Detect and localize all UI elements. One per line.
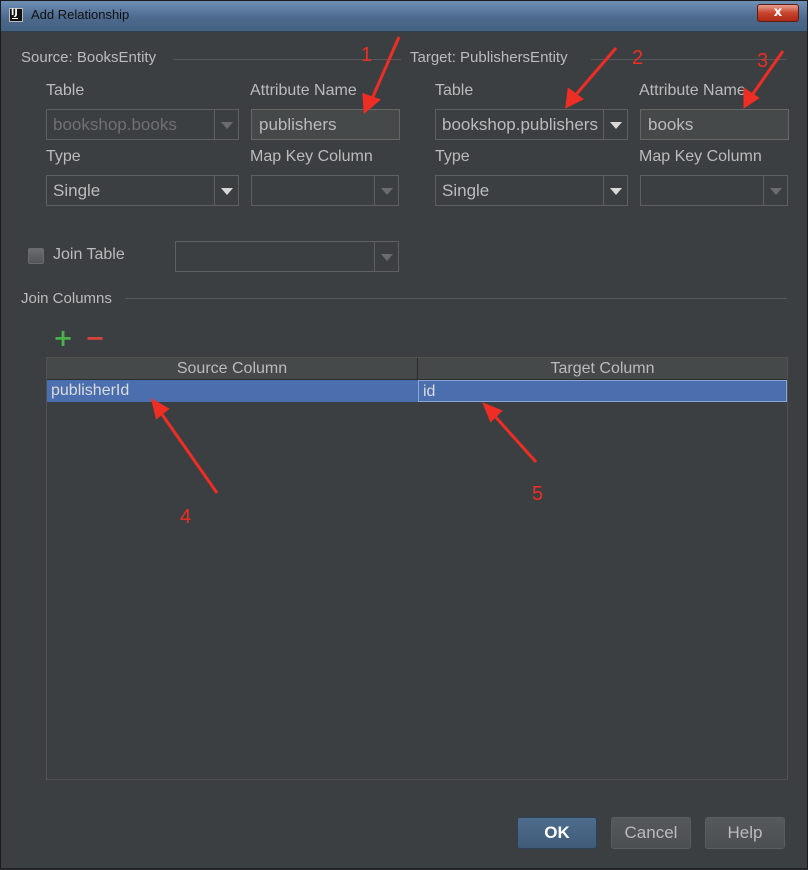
table-row[interactable]: publisherId id (47, 380, 787, 402)
cancel-button[interactable]: Cancel (611, 817, 691, 849)
join-columns-table[interactable]: Source Column Target Column publisherId … (46, 357, 788, 780)
source-table-combo: bookshop.books (46, 109, 239, 140)
chevron-down-icon (374, 176, 398, 205)
add-relationship-dialog: Add Relationship x Source: BooksEntity T… (0, 0, 808, 869)
chevron-down-icon[interactable] (603, 176, 627, 205)
target-column-header[interactable]: Target Column (418, 358, 787, 380)
source-attribute-label: Attribute Name (250, 82, 357, 99)
annotation-label-3: 3 (757, 50, 769, 72)
target-table-value: bookshop.publishers (442, 115, 598, 134)
target-map-key-combo (640, 175, 788, 206)
target-attribute-field[interactable] (640, 109, 789, 140)
close-button[interactable]: x (757, 4, 799, 22)
join-columns-separator (125, 298, 787, 299)
chevron-down-icon (214, 110, 238, 139)
target-table-combo[interactable]: bookshop.publishers (435, 109, 628, 140)
source-type-combo[interactable]: Single (46, 175, 239, 206)
source-table-value: bookshop.books (53, 115, 177, 134)
minus-icon[interactable]: − (85, 326, 105, 350)
source-attribute-field[interactable] (251, 109, 400, 140)
source-map-key-combo (251, 175, 399, 206)
target-map-key-label: Map Key Column (639, 148, 762, 165)
annotation-label-2: 2 (632, 47, 644, 69)
source-table-label: Table (46, 82, 85, 99)
chevron-down-icon (763, 176, 787, 205)
target-section-label: Target: PublishersEntity (410, 49, 568, 66)
join-columns-label: Join Columns (21, 290, 112, 307)
source-type-label: Type (46, 148, 81, 165)
source-attribute-input[interactable] (252, 110, 399, 139)
source-map-key-label: Map Key Column (250, 148, 373, 165)
join-table-label[interactable]: Join Table (53, 246, 125, 264)
ok-button[interactable]: OK (517, 817, 597, 849)
join-table-checkbox[interactable] (28, 248, 44, 264)
source-type-value: Single (53, 181, 101, 200)
target-column-cell[interactable]: id (418, 380, 787, 402)
target-type-label: Type (435, 148, 470, 165)
chevron-down-icon[interactable] (214, 176, 238, 205)
target-attribute-label: Attribute Name (639, 82, 746, 99)
target-attribute-input[interactable] (641, 110, 788, 139)
target-type-value: Single (442, 181, 490, 200)
intellij-app-icon (9, 8, 23, 22)
window-title: Add Relationship (31, 7, 130, 22)
help-button[interactable]: Help (705, 817, 785, 849)
target-type-combo[interactable]: Single (435, 175, 628, 206)
annotation-label-1: 1 (361, 44, 373, 66)
target-table-label: Table (435, 82, 474, 99)
annotation-label-5: 5 (532, 483, 544, 505)
source-column-cell[interactable]: publisherId (47, 380, 418, 402)
annotation-label-4: 4 (180, 506, 192, 528)
title-bar[interactable]: Add Relationship x (1, 1, 807, 32)
plus-icon[interactable]: + (53, 326, 73, 350)
chevron-down-icon (374, 242, 398, 271)
source-section-label: Source: BooksEntity (21, 49, 157, 66)
chevron-down-icon[interactable] (603, 110, 627, 139)
join-table-combo (175, 241, 399, 272)
source-column-header[interactable]: Source Column (47, 358, 418, 380)
